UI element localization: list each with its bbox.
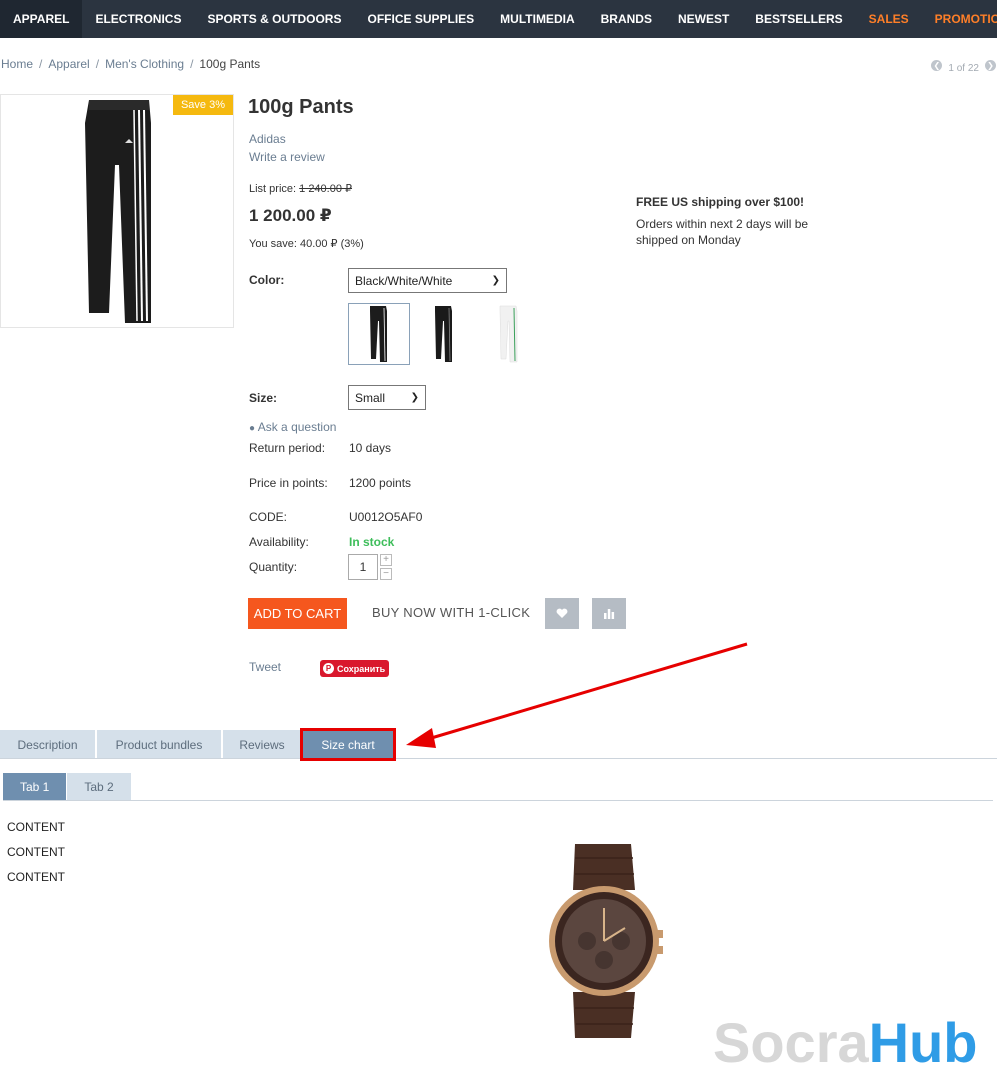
nav-item-multimedia[interactable]: MULTIMEDIA — [487, 0, 587, 38]
color-swatch-black[interactable] — [413, 303, 475, 365]
nav-item-bestsellers[interactable]: BESTSELLERS — [742, 0, 855, 38]
logo-part-socra: Socra — [713, 1011, 869, 1074]
availability-value: In stock — [349, 535, 395, 549]
code-value: U0012O5AF0 — [349, 510, 423, 524]
size-select-value: Small — [355, 390, 386, 405]
annotation-highlight-box — [300, 728, 396, 761]
list-price-value: 1 240.00 ₽ — [299, 183, 353, 195]
color-select-value: Black/White/White — [355, 273, 453, 288]
nav-item-brands[interactable]: BRANDS — [588, 0, 665, 38]
product-pager: ❮ 1 of 22 ❯ — [931, 57, 996, 74]
breadcrumb: Home / Apparel / Men's Clothing / 100g P… — [1, 57, 260, 71]
subtabs-divider — [3, 800, 993, 801]
next-product-icon[interactable]: ❯ — [985, 60, 996, 71]
logo-part-hub: Hub — [868, 1011, 978, 1074]
pinterest-save-label: Сохранить — [337, 663, 386, 674]
pants-image — [85, 100, 151, 323]
pinterest-icon: P — [323, 663, 334, 674]
breadcrumb-separator: / — [39, 57, 43, 71]
color-swatch-black-white-white[interactable] — [348, 303, 410, 365]
subtab-1[interactable]: Tab 1 — [3, 773, 67, 800]
ask-question-label: Ask a question — [257, 420, 337, 434]
breadcrumb-separator: / — [190, 57, 194, 71]
pinterest-save-button[interactable]: P Сохранить — [320, 660, 389, 677]
pants-thumbnail-icon — [499, 305, 518, 363]
breadcrumb-separator: / — [95, 57, 100, 71]
watch-image — [545, 840, 663, 1042]
quantity-label: Quantity: — [249, 560, 298, 574]
list-price: List price: 1 240.00 ₽ — [249, 182, 352, 195]
color-label: Color: — [249, 273, 285, 287]
write-review-link[interactable]: Write a review — [249, 150, 325, 164]
chevron-down-icon: ❯ — [491, 275, 500, 286]
nav-item-sports-outdoors[interactable]: SPORTS & OUTDOORS — [194, 0, 354, 38]
tabs-divider — [0, 758, 997, 759]
nav-item-office-supplies[interactable]: OFFICE SUPPLIES — [354, 0, 487, 38]
wishlist-button[interactable] — [545, 598, 579, 629]
ask-question-link[interactable]: ● Ask a question — [249, 420, 336, 434]
socrahub-watermark-logo: Socra Hub — [713, 1010, 978, 1074]
prev-product-icon[interactable]: ❮ — [931, 60, 943, 71]
points-value: 1200 points — [349, 476, 412, 490]
product-title: 100g Pants — [248, 96, 354, 118]
heart-icon — [556, 608, 568, 618]
breadcrumb-home[interactable]: Home — [1, 57, 33, 71]
bar-chart-icon — [604, 609, 615, 619]
nav-item-electronics[interactable]: ELECTRONICS — [82, 0, 194, 38]
breadcrumb-mens-clothing[interactable]: Men's Clothing — [105, 57, 184, 71]
content-line: CONTENT — [7, 820, 65, 834]
buy-now-one-click-button[interactable]: BUY NOW WITH 1-CLICK — [372, 605, 530, 620]
chat-bubble-icon: ● — [249, 423, 256, 434]
product-brand-link[interactable]: Adidas — [249, 132, 286, 146]
size-select[interactable]: Small ❯ — [348, 385, 426, 410]
size-chart-subtabs: Tab 1 Tab 2 — [3, 773, 132, 800]
product-main-image[interactable]: Save 3% — [0, 94, 234, 328]
tab-product-bundles[interactable]: Product bundles — [97, 730, 221, 759]
availability-label: Availability: — [249, 535, 309, 549]
pants-thumbnail-icon — [370, 306, 387, 362]
pager-text: 1 of 22 — [948, 63, 979, 74]
add-to-cart-button[interactable]: ADD TO CART — [248, 598, 347, 629]
code-label: CODE: — [249, 510, 288, 524]
top-nav: APPAREL ELECTRONICS SPORTS & OUTDOORS OF… — [0, 0, 997, 38]
content-line: CONTENT — [7, 845, 65, 859]
color-swatch-white[interactable] — [478, 303, 540, 365]
subtab-2[interactable]: Tab 2 — [67, 773, 131, 800]
nav-item-newest[interactable]: NEWEST — [665, 0, 742, 38]
content-line: CONTENT — [7, 870, 65, 884]
product-price: 1 200.00 ₽ — [249, 206, 332, 225]
shipping-title: FREE US shipping over $100! — [636, 195, 805, 209]
nav-item-sales[interactable]: SALES — [856, 0, 922, 38]
return-period-label: Return period: — [249, 441, 326, 455]
watch-picture — [549, 844, 663, 1038]
size-label: Size: — [249, 391, 278, 405]
you-save: You save: 40.00 ₽ (3%) — [249, 238, 364, 250]
tab-reviews[interactable]: Reviews — [223, 730, 301, 759]
quantity-input[interactable]: 1 — [348, 554, 378, 580]
compare-button[interactable] — [592, 598, 626, 629]
breadcrumb-apparel[interactable]: Apparel — [48, 57, 89, 71]
tab-description[interactable]: Description — [0, 730, 95, 759]
list-price-label: List price: — [249, 183, 297, 195]
pants-thumbnail-icon — [435, 306, 452, 362]
color-select[interactable]: Black/White/White ❯ — [348, 268, 507, 293]
points-label: Price in points: — [249, 476, 328, 490]
shipping-text: Orders within next 2 days will be shippe… — [636, 217, 809, 247]
nav-item-promotions[interactable]: PROMOTIONS — [922, 0, 997, 38]
tweet-link[interactable]: Tweet — [249, 660, 281, 674]
quantity-increase-button[interactable]: + — [380, 554, 392, 566]
return-period-value: 10 days — [349, 441, 392, 455]
nav-item-apparel[interactable]: APPAREL — [0, 0, 83, 38]
save-badge: Save 3% — [172, 95, 233, 115]
quantity-decrease-button[interactable]: − — [380, 568, 392, 580]
breadcrumb-current: 100g Pants — [199, 57, 261, 71]
chevron-down-icon: ❯ — [410, 392, 419, 403]
